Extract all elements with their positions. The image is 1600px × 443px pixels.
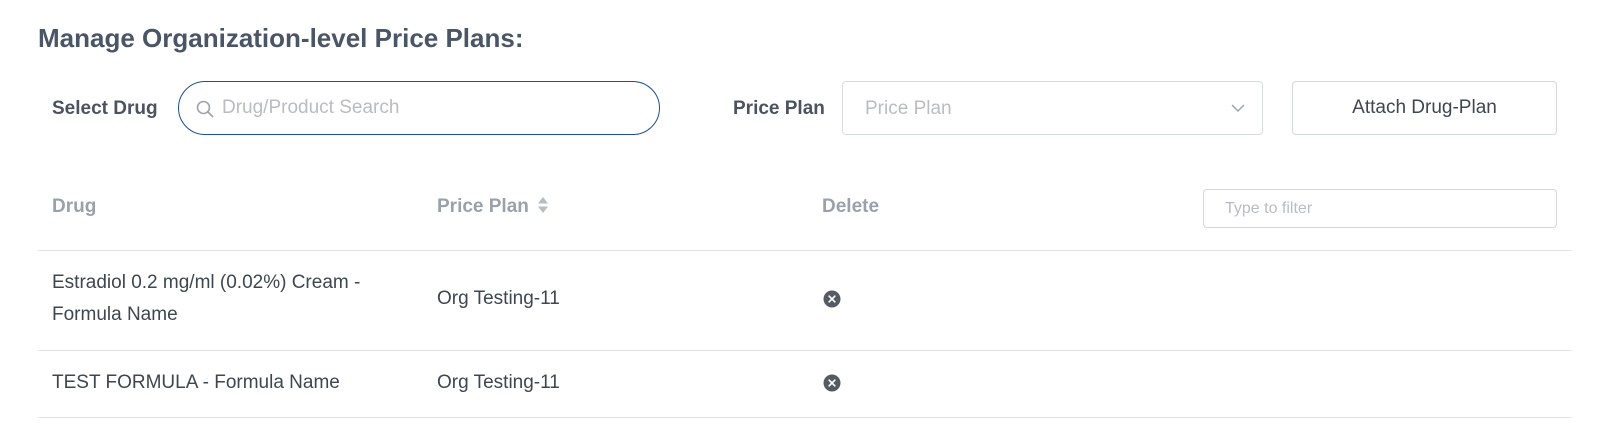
column-header-price-plan-label: Price Plan	[437, 196, 529, 217]
price-plan-placeholder: Price Plan	[865, 98, 952, 119]
drug-search-input[interactable]	[222, 82, 642, 133]
column-header-delete: Delete	[822, 196, 880, 217]
row-divider	[38, 350, 1572, 351]
price-plan-select[interactable]: Price Plan	[842, 81, 1263, 135]
drug-cell: TEST FORMULA - Formula Name	[52, 372, 340, 393]
price-plan-cell: Org Testing-11	[437, 288, 560, 309]
delete-circle-icon[interactable]	[823, 290, 841, 308]
page-title: Manage Organization-level Price Plans:	[38, 23, 524, 53]
price-plan-cell: Org Testing-11	[437, 372, 560, 393]
delete-circle-icon[interactable]	[823, 374, 841, 392]
row-divider	[38, 417, 1572, 418]
table-header-divider	[38, 250, 1572, 251]
price-plan-label: Price Plan	[733, 98, 825, 119]
drug-cell: Estradiol 0.2 mg/ml (0.02%) Cream - Form…	[52, 272, 361, 325]
search-icon	[196, 100, 214, 118]
column-header-drug: Drug	[52, 196, 97, 217]
column-header-price-plan[interactable]: Price Plan	[437, 195, 549, 219]
select-drug-label: Select Drug	[52, 98, 158, 119]
chevron-down-icon	[1231, 104, 1245, 113]
table-filter-input[interactable]	[1203, 189, 1557, 228]
attach-drug-plan-button[interactable]: Attach Drug-Plan	[1292, 81, 1557, 135]
drug-search-field[interactable]	[178, 81, 660, 135]
sort-icon[interactable]	[537, 196, 549, 214]
